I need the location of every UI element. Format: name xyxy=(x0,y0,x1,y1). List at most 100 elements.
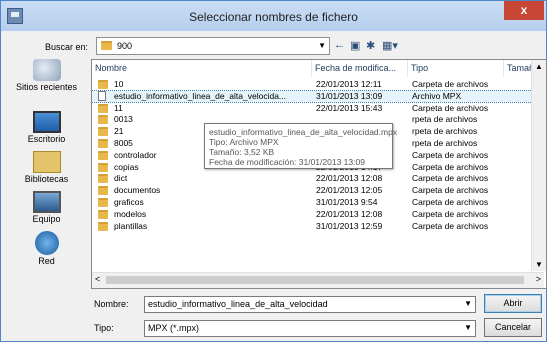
look-in-label: Buscar en: xyxy=(45,42,89,52)
filename-value: estudio_informativo_linea_de_alta_veloci… xyxy=(148,299,328,309)
cell-date: 31/01/2013 12:59 xyxy=(316,220,383,231)
chevron-down-icon[interactable]: ▼ xyxy=(464,299,472,308)
filetype-select[interactable]: MPX (*.mpx) ▼ xyxy=(144,320,476,337)
cell-type: Carpeta de archivos xyxy=(412,149,489,160)
cell-name: 8005 xyxy=(114,138,133,148)
cell-type: rpeta de archivos xyxy=(412,138,478,148)
folder-row[interactable]: dict 22/01/2013 12:08 Carpeta de archivos xyxy=(92,173,544,184)
place-network[interactable]: Red xyxy=(4,231,89,266)
folder-row[interactable]: modelos 22/01/2013 12:08 Carpeta de archiv… xyxy=(92,209,544,220)
cell-date: 22/01/2013 12:08 xyxy=(316,208,383,219)
place-desktop[interactable]: Escritorio xyxy=(4,111,89,144)
folder-row[interactable]: 10 22/01/2013 12:11 Carpeta de archivos xyxy=(92,79,544,90)
new-folder-icon[interactable]: ✱ xyxy=(366,39,375,52)
cell-date: 22/01/2013 12:05 xyxy=(316,185,383,196)
chevron-down-icon[interactable]: ▼ xyxy=(464,323,472,332)
look-in-value: 900 xyxy=(117,41,133,51)
filetype-label: Tipo: xyxy=(94,323,114,333)
file-row[interactable]: estudio_informativo_linea_de_alta_veloci… xyxy=(92,89,545,103)
window-title: Seleccionar nombres de fichero xyxy=(189,10,358,24)
cell-name: graficos xyxy=(114,197,144,207)
folder-icon xyxy=(98,209,108,219)
recent-places-icon xyxy=(32,59,61,81)
cell-type: Carpeta de archivos xyxy=(412,79,489,89)
folder-icon xyxy=(98,127,108,137)
desktop-icon xyxy=(32,111,61,133)
tooltip-line: Tipo: Archivo MPX xyxy=(209,137,279,147)
column-header-date[interactable]: Fecha de modifica... xyxy=(312,60,408,77)
cell-name: 11 xyxy=(114,102,123,113)
cell-type: rpeta de archivos xyxy=(412,114,478,125)
cell-type: Archivo MPX xyxy=(412,90,462,101)
title-bar[interactable]: Seleccionar nombres de fichero x xyxy=(1,1,546,31)
tooltip-line: estudio_informativo_linea_de_alta_veloci… xyxy=(209,127,398,137)
place-libraries[interactable]: Bibliotecas xyxy=(4,151,89,184)
cell-name: copias xyxy=(114,161,139,172)
folder-icon xyxy=(98,186,108,196)
file-icon xyxy=(98,90,106,101)
cell-name: estudio_informativo_linea_de_alta_veloci… xyxy=(114,90,287,101)
cell-date: 22/01/2013 15:43 xyxy=(316,102,383,113)
place-computer[interactable]: Equipo xyxy=(4,191,89,224)
cell-name: documentos xyxy=(114,185,161,196)
folder-icon xyxy=(98,198,108,207)
folder-row[interactable]: graficos 31/01/2013 9:54 Carpeta de archiv… xyxy=(92,197,544,208)
computer-icon xyxy=(32,191,61,213)
cancel-button[interactable]: Cancelar xyxy=(484,318,542,337)
cell-type: Carpeta de archivos xyxy=(412,173,489,184)
folder-row[interactable]: plantillas 31/01/2013 12:59 Carpeta de arc… xyxy=(92,221,544,232)
folder-icon xyxy=(101,41,112,50)
folder-icon xyxy=(98,115,108,125)
cell-type: Carpeta de archivos xyxy=(412,208,489,219)
view-menu-icon[interactable]: ▦▾ xyxy=(382,39,398,52)
scroll-up-icon[interactable]: ▲ xyxy=(535,62,543,71)
cell-name: 21 xyxy=(114,126,124,137)
place-recent[interactable]: Sitios recientes xyxy=(4,59,89,92)
up-folder-icon[interactable]: ▣ xyxy=(350,39,360,52)
place-label: Escritorio xyxy=(27,134,66,144)
cell-type: Carpeta de archivos xyxy=(412,220,489,231)
folder-icon xyxy=(98,162,108,172)
cell-date: 22/01/2013 12:11 xyxy=(316,79,382,89)
cell-name: controlador xyxy=(114,149,157,160)
cell-type: Carpeta de archivos xyxy=(412,161,489,172)
look-in-combo[interactable]: 900 ▼ xyxy=(96,37,330,55)
folder-icon xyxy=(98,174,108,184)
folder-row[interactable]: 11 22/01/2013 15:43 Carpeta de archivos xyxy=(92,103,544,114)
place-label: Red xyxy=(38,256,55,266)
folder-icon xyxy=(98,150,108,160)
folder-row[interactable]: documentos 22/01/2013 12:05 Carpeta de arc… xyxy=(92,185,544,196)
back-icon[interactable]: ← xyxy=(334,39,345,51)
tooltip-line: Tamaño: 3,52 KB xyxy=(209,147,275,157)
cell-type: Carpeta de archivos xyxy=(412,102,489,113)
file-tooltip: estudio_informativo_linea_de_alta_veloci… xyxy=(204,123,398,169)
scroll-left-icon[interactable]: < xyxy=(95,274,100,284)
scroll-down-icon[interactable]: ▼ xyxy=(535,260,543,269)
scroll-right-icon[interactable]: > xyxy=(536,274,541,284)
folder-icon xyxy=(98,80,108,89)
cell-name: modelos xyxy=(114,208,147,219)
tooltip-line: Fecha de modificación: 31/01/2013 13:09 xyxy=(209,157,365,167)
column-header-name[interactable]: Nombre xyxy=(92,60,312,77)
column-header-type[interactable]: Tipo xyxy=(408,60,504,77)
folder-icon xyxy=(98,103,108,113)
cell-date: 31/01/2013 9:54 xyxy=(316,197,378,207)
file-list[interactable]: Nombre Fecha de modifica... Tipo Tamaño … xyxy=(91,59,547,289)
place-label: Bibliotecas xyxy=(24,174,69,184)
places-bar: Sitios recientes Escritorio Bibliotecas … xyxy=(4,59,89,299)
scroll-thumb[interactable] xyxy=(106,276,524,284)
cell-type: rpeta de archivos xyxy=(412,126,478,137)
close-button[interactable]: x xyxy=(504,1,544,20)
filename-field[interactable]: estudio_informativo_linea_de_alta_veloci… xyxy=(144,296,476,313)
open-button[interactable]: Abrir xyxy=(484,294,542,313)
dialog-window: Seleccionar nombres de fichero x Buscar … xyxy=(0,0,547,342)
cell-name: plantillas xyxy=(114,220,148,231)
cell-name: 0013 xyxy=(114,114,133,125)
vertical-scrollbar[interactable]: ▲ ▼ xyxy=(531,60,546,271)
cell-date: 22/01/2013 12:08 xyxy=(316,173,383,184)
cell-name: dict xyxy=(114,173,128,184)
horizontal-scrollbar[interactable]: < > xyxy=(92,272,544,288)
chevron-down-icon[interactable]: ▼ xyxy=(318,41,326,50)
network-icon xyxy=(34,231,59,255)
cell-type: Carpeta de archivos xyxy=(412,185,489,196)
